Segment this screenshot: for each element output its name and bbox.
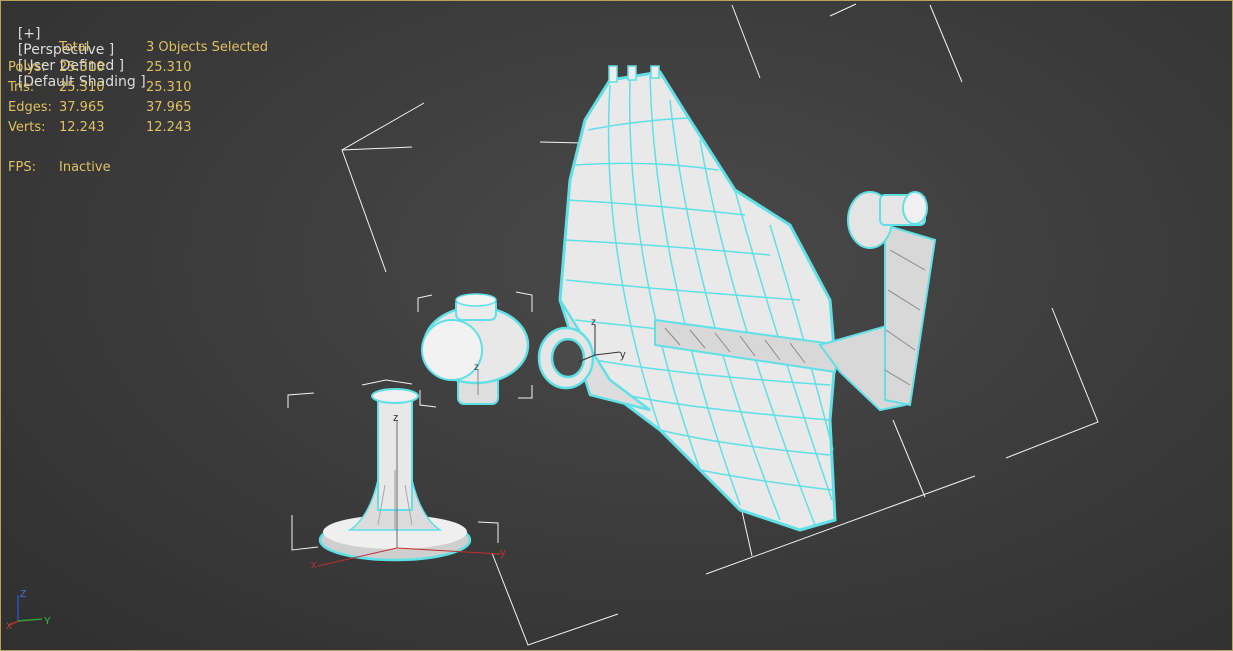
stats-row-verts: Verts: 12.243 12.243 <box>8 118 268 138</box>
stats-row-edges: Edges: 37.965 37.965 <box>8 98 268 118</box>
pivot-y-label: y <box>500 547 506 559</box>
stats-total-value: 25.310 <box>59 60 105 75</box>
stats-total-header: Total <box>59 40 90 55</box>
stats-header-row: Total 3 Objects Selected <box>8 38 268 58</box>
stats-row-label: Tris: <box>8 80 35 95</box>
stats-row-fps: FPS: Inactive <box>8 158 268 178</box>
perspective-viewport[interactable]: z y x z z y [+] [Perspective] [User Def… <box>0 0 1233 651</box>
stats-selected-value: 25.310 <box>146 60 192 75</box>
joint-object[interactable]: z <box>421 293 530 405</box>
gizmo-z-label: Z <box>20 589 26 600</box>
stats-selected-value: 25.310 <box>146 80 192 95</box>
fps-label: FPS: <box>8 160 36 175</box>
dish-object[interactable]: z y <box>537 65 937 532</box>
fps-value: Inactive <box>59 160 111 175</box>
pivot-z-label: z <box>393 412 399 424</box>
statistics-overlay: Total 3 Objects Selected Polys: 25.310 2… <box>8 38 268 178</box>
dish-pivot-z-label: z <box>591 317 596 328</box>
stats-total-value: 37.965 <box>59 100 105 115</box>
stats-row-tris: Tris: 25.310 25.310 <box>8 78 268 98</box>
pivot-x-label: x <box>311 559 317 571</box>
stats-selected-value: 37.965 <box>146 100 192 115</box>
joint-pivot-z-label: z <box>474 362 479 373</box>
stats-row-label: Edges: <box>8 100 52 115</box>
stats-selected-value: 12.243 <box>146 120 192 135</box>
stats-total-value: 12.243 <box>59 120 105 135</box>
stats-selected-header: 3 Objects Selected <box>146 40 269 55</box>
stats-row-label: Polys: <box>8 60 46 75</box>
gizmo-x-label: X <box>6 621 12 630</box>
stats-row-label: Verts: <box>8 120 46 135</box>
stats-total-value: 25.310 <box>59 80 105 95</box>
gizmo-y-label: Y <box>44 616 51 627</box>
stats-row-polys: Polys: 25.310 25.310 <box>8 58 268 78</box>
world-axis-gizmo: Z Y X <box>6 589 51 630</box>
dish-pivot-y-label: y <box>620 349 626 361</box>
